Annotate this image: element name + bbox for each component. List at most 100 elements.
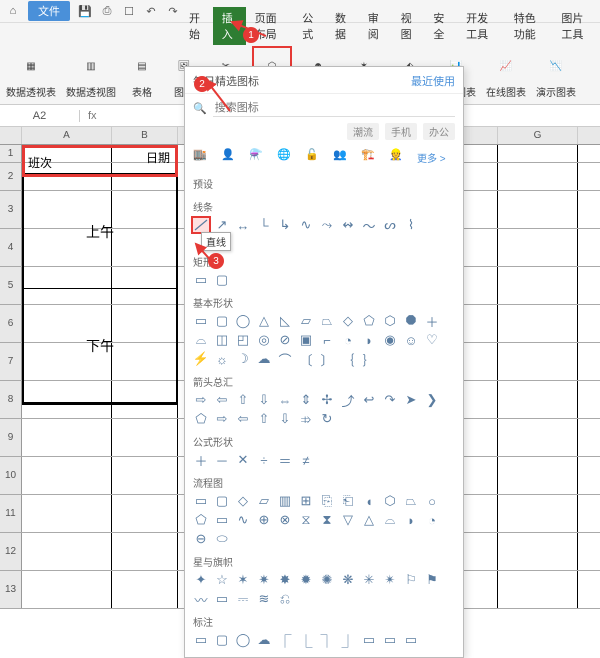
shape-fc-tape[interactable]: ∿ <box>235 513 251 527</box>
shape-equal-op[interactable]: ＝ <box>277 453 293 467</box>
shape-scroll-h[interactable]: ≋ <box>256 592 272 606</box>
shape-fc-or[interactable]: ⊗ <box>277 513 293 527</box>
shape-double-arrow[interactable]: ↔ <box>235 218 251 232</box>
colored-icon[interactable]: ⚗️ <box>249 148 267 166</box>
tab-picture[interactable]: 图片工具 <box>552 7 600 45</box>
row-header[interactable]: 1 <box>0 145 22 162</box>
shape-notequal-op[interactable]: ≠ <box>298 453 314 467</box>
row-header[interactable]: 6 <box>0 305 22 342</box>
shape-callout-line1[interactable]: ⎾ <box>277 633 293 647</box>
am-cell[interactable]: 上午 <box>24 175 176 289</box>
shape-octagon[interactable]: ⯃ <box>403 314 419 328</box>
shape-fc-display[interactable]: ⬭ <box>214 532 230 546</box>
more-link[interactable]: 更多 > <box>417 150 446 165</box>
colored-icon[interactable]: 🌐 <box>277 148 295 166</box>
shape-fc-merge[interactable]: △ <box>361 513 377 527</box>
shape-wave[interactable]: 〰 <box>193 592 209 606</box>
shape-fc-decision[interactable]: ◇ <box>235 494 251 508</box>
shape-line[interactable] <box>193 218 209 232</box>
shape-arrow-pentagon[interactable]: ⬠ <box>193 412 209 426</box>
save-icon[interactable]: 💾 <box>78 4 92 18</box>
row-header[interactable]: 4 <box>0 229 22 266</box>
shape-star32[interactable]: ✴ <box>382 573 398 587</box>
shape-callout-oval[interactable]: ◯ <box>235 633 251 647</box>
row-header[interactable]: 5 <box>0 267 22 304</box>
row-header[interactable]: 2 <box>0 163 22 190</box>
ribbon-pivot-table[interactable]: ▦ 数据透视表 <box>6 50 56 99</box>
shape-star12[interactable]: ✺ <box>319 573 335 587</box>
shape-triangle[interactable]: △ <box>256 314 272 328</box>
shape-arrow-curved[interactable]: ↷ <box>382 393 398 407</box>
colored-icon[interactable]: 🏬 <box>193 148 211 166</box>
shape-star6[interactable]: ✶ <box>235 573 251 587</box>
tab-security[interactable]: 安全 <box>424 7 457 45</box>
shape-curve-arrow[interactable]: ⤳ <box>319 218 335 232</box>
name-box[interactable]: A2 <box>0 110 80 122</box>
shape-sun[interactable]: ☼ <box>214 352 230 366</box>
ribbon-demochart[interactable]: 📉 演示图表 <box>536 50 576 99</box>
shape-cube[interactable]: ◫ <box>214 333 230 347</box>
shape-moon[interactable]: ☽ <box>235 352 251 366</box>
shape-callout-border2[interactable]: ▭ <box>382 633 398 647</box>
shape-arrow-circular[interactable]: ↻ <box>319 412 335 426</box>
shape-ribbon2[interactable]: ⚑ <box>424 573 440 587</box>
redo-icon[interactable]: ↷ <box>166 4 180 18</box>
ribbon-onlinechart[interactable]: 📈 在线图表 <box>486 50 526 99</box>
row-header[interactable]: 13 <box>0 571 22 608</box>
shape-minus-op[interactable]: － <box>214 453 230 467</box>
shape-round[interactable]: ▢ <box>214 314 230 328</box>
ribbon-pivot-chart[interactable]: ▥ 数据透视图 <box>66 50 116 99</box>
ribbon-table[interactable]: ▤ 表格 <box>126 50 158 99</box>
shape-cloud[interactable]: ☁ <box>256 352 272 366</box>
header-cell[interactable]: 日期 班次 <box>24 147 176 175</box>
preview-icon[interactable]: ☐ <box>122 4 136 18</box>
row-header[interactable]: 10 <box>0 457 22 494</box>
row-header[interactable]: 3 <box>0 191 22 228</box>
cat-trend[interactable]: 潮流 <box>347 123 379 140</box>
fx-label[interactable]: fx <box>80 110 105 122</box>
shape-callout-line2[interactable]: ⎿ <box>298 633 314 647</box>
shape-fc-predefined[interactable]: ▥ <box>277 494 293 508</box>
shape-star16[interactable]: ❋ <box>340 573 356 587</box>
cat-phone[interactable]: 手机 <box>385 123 417 140</box>
shape-fc-prep[interactable]: ⬡ <box>382 494 398 508</box>
colored-icon[interactable]: 🔓 <box>305 148 323 166</box>
shape-curve[interactable]: ∿ <box>298 218 314 232</box>
shape-arrow-notch[interactable]: ➤ <box>403 393 419 407</box>
row-header[interactable]: 9 <box>0 419 22 456</box>
shape-fc-doc[interactable]: ⎘ <box>319 494 335 508</box>
shape-star7[interactable]: ✷ <box>256 573 272 587</box>
shape-parallelogram[interactable]: ▱ <box>298 314 314 328</box>
shape-arrow-u[interactable]: ⇧ <box>235 393 251 407</box>
colored-icon[interactable]: 👥 <box>333 148 351 166</box>
shape-pie[interactable]: ◔ <box>340 333 356 347</box>
recent-link[interactable]: 最近使用 <box>411 73 455 89</box>
shape-rect2[interactable]: ▭ <box>193 314 209 328</box>
col-B[interactable]: B <box>112 127 178 144</box>
shape-fc-internal[interactable]: ⊞ <box>298 494 314 508</box>
shape-scribble[interactable]: ᔕ <box>382 218 398 232</box>
shape-arrow-chevron[interactable]: ❯ <box>424 393 440 407</box>
colored-icon[interactable]: 👷 <box>389 148 407 166</box>
shape-curve-double[interactable]: ↭ <box>340 218 356 232</box>
shape-block[interactable]: ⊘ <box>277 333 293 347</box>
shape-lframe[interactable]: ⌐ <box>319 333 335 347</box>
shape-arrow-quad[interactable]: ✢ <box>319 393 335 407</box>
row-header[interactable]: 8 <box>0 381 22 418</box>
shape-fc-terminator[interactable]: ◖ <box>361 494 377 508</box>
shape-donut[interactable]: ◎ <box>256 333 272 347</box>
tab-review[interactable]: 审阅 <box>359 7 392 45</box>
shape-arrow-r[interactable]: ⇨ <box>193 393 209 407</box>
colored-icon[interactable]: 🏗️ <box>361 148 379 166</box>
shape-fc-storage[interactable]: ⌓ <box>382 513 398 527</box>
shape-bevel[interactable]: ◰ <box>235 333 251 347</box>
tab-dev[interactable]: 开发工具 <box>457 7 505 45</box>
col-G[interactable]: G <box>498 127 578 144</box>
shape-fc-sum[interactable]: ⊕ <box>256 513 272 527</box>
corner[interactable] <box>0 127 22 144</box>
shape-fc-seqaccess[interactable]: ◔ <box>424 513 440 527</box>
shape-arrow-lr[interactable]: ⇔ <box>277 393 293 407</box>
shape-arrow-bent[interactable]: ⤴ <box>340 393 356 407</box>
shape-ellipse[interactable]: ◯ <box>235 314 251 328</box>
print-icon[interactable]: ⎙ <box>100 4 114 18</box>
